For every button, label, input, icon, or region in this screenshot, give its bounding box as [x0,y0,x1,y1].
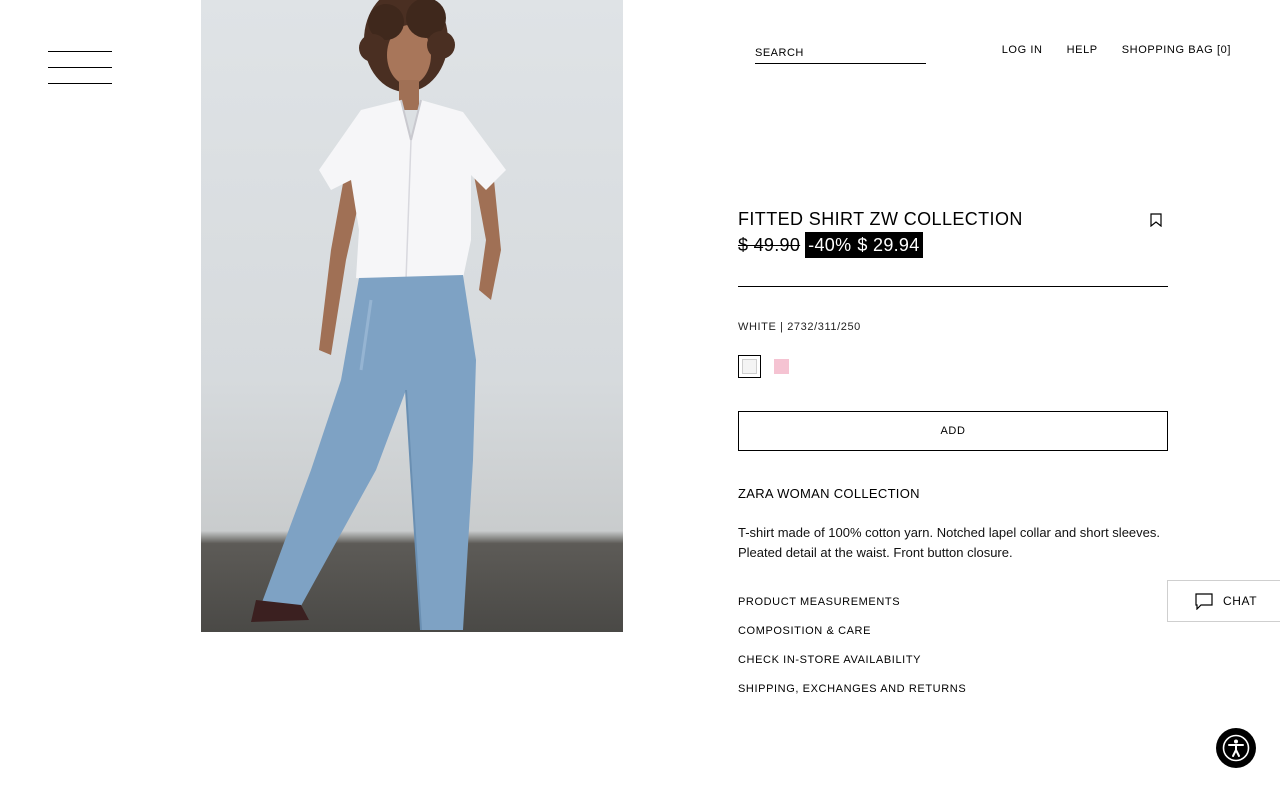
chat-bubble-icon [1195,592,1213,610]
original-price: $ 49.90 [738,234,801,255]
swatch-white[interactable] [738,355,761,378]
hamburger-line [48,51,112,52]
product-title: FITTED SHIRT ZW COLLECTION [738,209,1023,229]
swatch-pink[interactable] [770,355,793,378]
collection-name: ZARA WOMAN COLLECTION [738,486,920,501]
sale-price-badge: -40% $ 29.94 [805,232,923,258]
price-row: $ 49.90 -40% $ 29.94 [738,232,1168,258]
chat-label: CHAT [1223,594,1258,608]
title-row: FITTED SHIRT ZW COLLECTION [738,208,1168,230]
hamburger-menu-icon[interactable] [48,51,112,85]
accessibility-button[interactable] [1216,728,1256,768]
product-measurements-link[interactable]: PRODUCT MEASUREMENTS [738,595,1168,610]
product-image[interactable] [201,0,623,632]
color-swatches [738,355,1168,378]
sale-price: $ 29.94 [857,235,920,255]
login-link[interactable]: LOG IN [1002,44,1043,56]
store-availability-link[interactable]: CHECK IN-STORE AVAILABILITY [738,653,1168,668]
composition-care-link[interactable]: COMPOSITION & CARE [738,624,1168,639]
bookmark-icon[interactable] [1150,213,1162,227]
add-to-bag-button[interactable]: ADD [738,411,1168,451]
product-description: T-shirt made of 100% cotton yarn. Notche… [738,525,1160,560]
product-info: FITTED SHIRT ZW COLLECTION $ 49.90 -40% $… [738,208,1168,697]
swatch-white-fill [742,359,757,374]
hamburger-line [48,67,112,68]
divider [738,286,1168,287]
discount-percent: -40% [808,235,852,255]
help-link[interactable]: HELP [1067,44,1098,56]
model-illustration [251,0,506,631]
shopping-bag-link[interactable]: SHOPPING BAG [0] [1122,44,1231,56]
shipping-returns-link[interactable]: SHIPPING, EXCHANGES AND RETURNS [738,682,1168,697]
top-navigation: LOG IN HELP SHOPPING BAG [0] [1002,44,1231,56]
chat-button[interactable]: CHAT [1167,580,1280,622]
accessibility-icon [1222,734,1250,762]
hamburger-line [48,83,112,84]
swatch-pink-fill [774,359,789,374]
product-links: PRODUCT MEASUREMENTS COMPOSITION & CARE … [738,595,1168,697]
search-input[interactable] [755,43,926,64]
color-reference: WHITE | 2732/311/250 [738,321,861,333]
